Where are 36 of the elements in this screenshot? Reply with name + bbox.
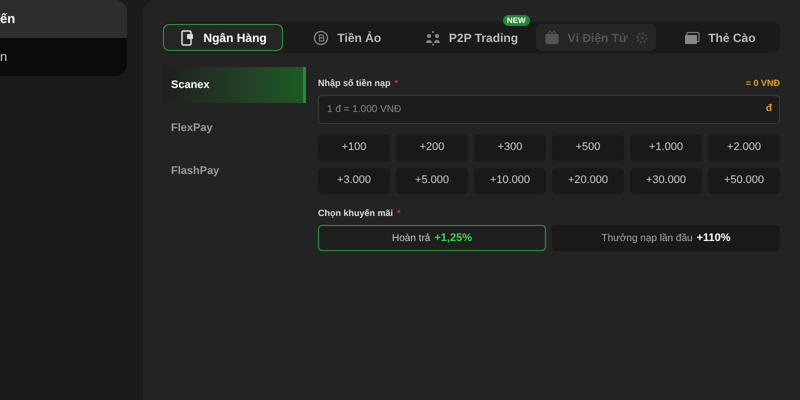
quick-amount-button[interactable]: +2.000: [708, 134, 780, 160]
coin-icon: [313, 30, 330, 46]
wallet-icon: [544, 30, 560, 46]
required-mark: *: [394, 77, 398, 90]
method-item[interactable]: Scanex: [163, 67, 306, 103]
quick-amount-button[interactable]: +300: [474, 134, 546, 160]
method-item[interactable]: FlashPay: [163, 153, 306, 189]
currency-suffix: đ: [766, 102, 772, 116]
gear-icon: [636, 32, 648, 44]
people-icon: [424, 30, 441, 46]
method-item[interactable]: FlexPay: [163, 110, 306, 146]
required-mark: *: [397, 206, 401, 220]
tab[interactable]: Ngân Hàng: [163, 24, 284, 51]
tab[interactable]: P2P Trading: [416, 24, 526, 51]
quick-amount-button[interactable]: +50.000: [708, 168, 780, 194]
promotion-label: Chọn khuyến mãi: [318, 206, 394, 220]
amount-label: Nhập số tiền nạp: [318, 77, 391, 90]
quick-amount-button[interactable]: +20.000: [552, 168, 624, 194]
promotion-option[interactable]: Thưởng nạp lần đầu +110%: [552, 225, 780, 251]
tab[interactable]: Thẻ Cào: [676, 24, 764, 51]
sidebar-item[interactable]: n: [0, 38, 127, 76]
sidebar-item[interactable]: ến: [0, 0, 127, 38]
quick-amount-button[interactable]: +30.000: [630, 168, 702, 194]
quick-amount-button[interactable]: +500: [552, 134, 624, 160]
new-badge: NEW: [502, 15, 530, 26]
promotion-option[interactable]: Hoàn trả +1,25%: [318, 225, 546, 251]
quick-amount-button[interactable]: +200: [396, 134, 468, 160]
quick-amount-button[interactable]: +1.000: [630, 134, 702, 160]
cards-icon: [684, 30, 700, 46]
quick-amount-button[interactable]: +100: [318, 134, 390, 160]
converted-amount: = 0 VNĐ: [746, 77, 780, 90]
quick-amount-button[interactable]: +5.000: [396, 168, 468, 194]
phone-icon: [179, 30, 196, 46]
tab[interactable]: Tiền Ảo: [305, 24, 390, 51]
quick-amount-button[interactable]: +3.000: [318, 168, 390, 194]
quick-amount-button[interactable]: +10.000: [474, 168, 546, 194]
